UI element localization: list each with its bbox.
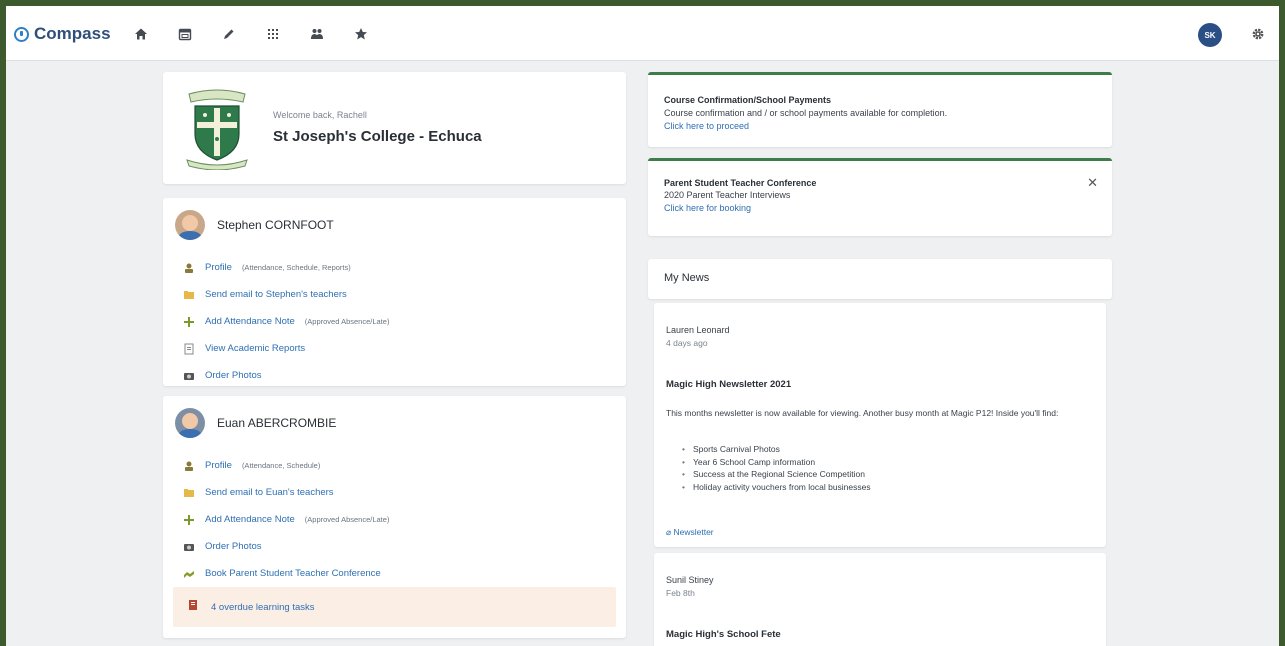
app-window: Compass SK Welcome back, Rachell St Jose… xyxy=(6,6,1279,646)
profile-link[interactable]: Profile (Attendance, Schedule) xyxy=(183,452,389,479)
student-header[interactable]: Stephen CORNFOOT xyxy=(175,210,334,240)
attendance-note-link[interactable]: Add Attendance Note (Approved Absence/La… xyxy=(183,308,389,335)
profile-icon xyxy=(183,460,195,472)
student-name: Euan ABERCROMBIE xyxy=(217,416,337,430)
notice-title: Course Confirmation/School Payments xyxy=(664,95,832,105)
notice-body: 2020 Parent Teacher Interviews xyxy=(664,190,791,200)
compass-logo[interactable]: Compass xyxy=(14,24,111,44)
plus-icon xyxy=(183,514,195,526)
folder-icon xyxy=(183,487,195,499)
school-crest-logo xyxy=(186,89,248,170)
settings-gear-icon[interactable] xyxy=(1251,27,1265,41)
section-title: My News xyxy=(664,272,710,284)
book-conference-link[interactable]: Book Parent Student Teacher Conference xyxy=(183,560,389,587)
home-icon[interactable] xyxy=(134,26,178,42)
list-item: Sports Carnival Photos xyxy=(682,443,871,456)
list-item: Success at the Regional Science Competit… xyxy=(682,468,871,481)
welcome-greeting: Welcome back, Rachell xyxy=(273,110,367,120)
news-author: Lauren Leonard xyxy=(666,325,730,335)
school-name: St Joseph's College - Echuca xyxy=(273,128,482,145)
overdue-tasks-alert[interactable]: 4 overdue learning tasks xyxy=(173,587,616,627)
attachment-link[interactable]: ⌀ Newsletter xyxy=(666,527,714,538)
plus-icon xyxy=(183,316,195,328)
student-card: Euan ABERCROMBIE Profile (Attendance, Sc… xyxy=(163,396,626,638)
list-item: Year 6 School Camp information xyxy=(682,456,871,469)
student-name: Stephen CORNFOOT xyxy=(217,218,334,232)
camera-icon xyxy=(183,370,195,382)
pencil-icon[interactable] xyxy=(222,26,266,42)
people-icon[interactable] xyxy=(310,26,354,42)
report-icon xyxy=(183,343,195,355)
star-icon[interactable] xyxy=(354,26,398,42)
nav-icons xyxy=(134,26,398,42)
order-photos-link[interactable]: Order Photos xyxy=(183,362,389,389)
news-date: Feb 8th xyxy=(666,588,695,598)
grid-icon[interactable] xyxy=(266,26,310,42)
attendance-note-link[interactable]: Add Attendance Note (Approved Absence/La… xyxy=(183,506,389,533)
news-title: Magic High Newsletter 2021 xyxy=(666,379,792,390)
user-avatar[interactable]: SK xyxy=(1198,23,1222,47)
camera-icon xyxy=(183,541,195,553)
calendar-icon[interactable] xyxy=(178,26,222,42)
profile-icon xyxy=(183,262,195,274)
compass-logo-icon xyxy=(14,26,29,42)
student-links: Profile (Attendance, Schedule, Reports) … xyxy=(183,254,389,389)
top-navbar: Compass SK xyxy=(6,6,1279,61)
news-item: Sunil Stiney Feb 8th Magic High's School… xyxy=(654,553,1106,646)
student-avatar xyxy=(175,408,205,438)
list-item: Holiday activity vouchers from local bus… xyxy=(682,481,871,494)
notice-title: Parent Student Teacher Conference xyxy=(664,178,817,188)
academic-reports-link[interactable]: View Academic Reports xyxy=(183,335,389,362)
news-body: This months newsletter is now available … xyxy=(666,408,1059,418)
news-bullet-list: Sports Carnival Photos Year 6 School Cam… xyxy=(682,443,871,493)
my-news-header: My News xyxy=(648,259,1112,299)
student-links: Profile (Attendance, Schedule) Send emai… xyxy=(183,452,389,587)
handshake-icon xyxy=(183,568,195,580)
news-author: Sunil Stiney xyxy=(666,575,714,585)
student-avatar xyxy=(175,210,205,240)
notice-link[interactable]: Click here to proceed xyxy=(664,121,749,131)
close-icon[interactable]: ✕ xyxy=(1087,175,1098,191)
notice-card: Course Confirmation/School Payments Cour… xyxy=(648,72,1112,147)
student-header[interactable]: Euan ABERCROMBIE xyxy=(175,408,336,438)
task-book-icon xyxy=(187,598,199,616)
news-title: Magic High's School Fete xyxy=(666,629,781,640)
welcome-card: Welcome back, Rachell St Joseph's Colleg… xyxy=(163,72,626,184)
notice-link[interactable]: Click here for booking xyxy=(664,203,751,213)
email-teachers-link[interactable]: Send email to Euan's teachers xyxy=(183,479,389,506)
order-photos-link[interactable]: Order Photos xyxy=(183,533,389,560)
news-date: 4 days ago xyxy=(666,338,708,348)
app-name: Compass xyxy=(34,24,111,43)
folder-icon xyxy=(183,289,195,301)
student-card: Stephen CORNFOOT Profile (Attendance, Sc… xyxy=(163,198,626,386)
notice-body: Course confirmation and / or school paym… xyxy=(664,108,948,118)
news-item: Lauren Leonard 4 days ago Magic High New… xyxy=(654,303,1106,547)
email-teachers-link[interactable]: Send email to Stephen's teachers xyxy=(183,281,389,308)
notice-card: Parent Student Teacher Conference 2020 P… xyxy=(648,158,1112,236)
profile-link[interactable]: Profile (Attendance, Schedule, Reports) xyxy=(183,254,389,281)
